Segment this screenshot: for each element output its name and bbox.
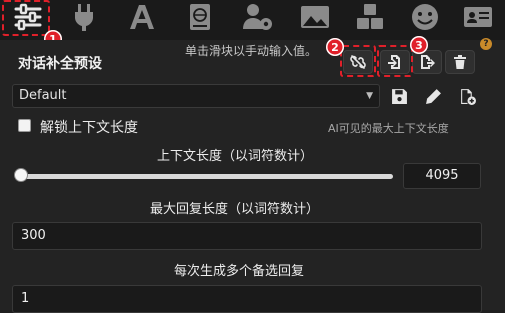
context-length-label: 上下文长度（以词符数计）	[157, 149, 314, 164]
users-gear-icon[interactable]	[236, 0, 280, 34]
max-response-input[interactable]: 300	[12, 222, 482, 250]
top-toolbar	[0, 0, 505, 40]
preset-select-value: Default	[19, 88, 67, 103]
preset-title: 对话补全预设	[18, 56, 102, 72]
highlight-box-2	[340, 45, 376, 77]
swipes-label: 每次生成多个备选回复	[174, 264, 305, 279]
step-badge-3: 3	[410, 36, 428, 54]
unlock-context-checkbox[interactable]	[18, 119, 31, 132]
unlock-context-label: 解锁上下文长度	[40, 120, 138, 136]
help-icon[interactable]: ?	[480, 38, 492, 50]
font-icon[interactable]	[120, 0, 164, 34]
new-preset-button[interactable]	[454, 84, 480, 108]
delete-preset-button[interactable]	[445, 50, 475, 74]
preset-select[interactable]: Default ▼	[12, 84, 380, 108]
hint-text: 单击滑块以手动输入值。	[185, 44, 318, 58]
context-length-slider[interactable]	[20, 174, 393, 179]
book-globe-icon[interactable]	[178, 0, 222, 34]
image-icon[interactable]	[293, 0, 337, 34]
swipes-input[interactable]: 1	[12, 285, 482, 313]
highlight-box-3	[377, 45, 413, 77]
plug-icon[interactable]	[62, 0, 106, 34]
ai-visible-hint: AI可见的最大上下文长度	[328, 122, 449, 135]
highlight-box-1	[2, 0, 50, 36]
step-badge-2: 2	[326, 38, 344, 56]
context-length-input[interactable]: 4095	[403, 163, 481, 189]
context-length-slider-thumb[interactable]	[14, 168, 28, 182]
cubes-icon[interactable]	[348, 0, 392, 34]
smile-icon[interactable]	[403, 0, 447, 34]
rename-preset-button[interactable]	[420, 84, 446, 108]
chevron-down-icon: ▼	[366, 91, 373, 101]
max-response-label: 最大回复长度（以词符数计）	[150, 202, 320, 217]
save-preset-button[interactable]	[386, 84, 412, 108]
id-card-icon[interactable]	[456, 0, 500, 34]
